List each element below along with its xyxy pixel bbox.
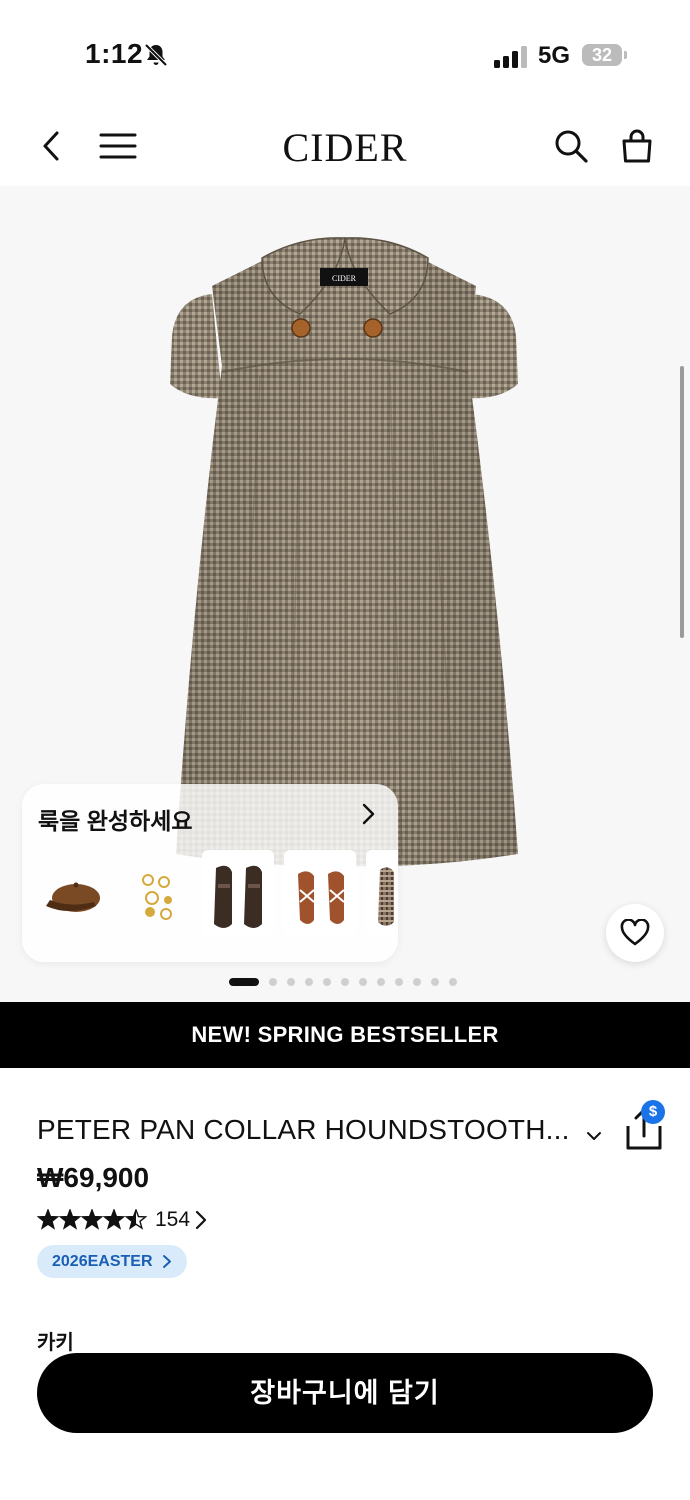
star-icon — [80, 1209, 104, 1230]
carousel-dot[interactable] — [229, 978, 259, 986]
carousel-dot[interactable] — [305, 978, 313, 986]
product-title[interactable]: PETER PAN COLLAR HOUNDSTOOTH... — [37, 1114, 570, 1146]
add-to-cart-button[interactable]: 장바구니에 담기 — [37, 1353, 653, 1433]
rating-stars[interactable] — [37, 1209, 147, 1231]
status-time: 1:12 — [85, 38, 144, 69]
svg-text:CIDER: CIDER — [332, 274, 357, 283]
carousel-pagination[interactable] — [0, 978, 690, 990]
status-bar: 1:12 5G 32 — [0, 0, 690, 110]
battery-cap — [624, 51, 627, 59]
look-items-strip[interactable] — [38, 850, 398, 938]
star-icon — [124, 1209, 147, 1230]
chevron-right-icon[interactable] — [356, 802, 380, 826]
promo-tag-label: 2026EASTER — [52, 1253, 153, 1270]
search-button[interactable] — [547, 122, 595, 170]
review-count[interactable]: 154 — [155, 1208, 190, 1232]
share-reward-badge: $ — [641, 1100, 665, 1124]
cart-button[interactable] — [613, 122, 661, 170]
chevron-right-icon — [162, 1255, 171, 1268]
carousel-dot[interactable] — [413, 978, 421, 986]
product-image-carousel[interactable]: CIDER 룩을 완성하세요 — [0, 186, 690, 1002]
battery-icon: 32 — [582, 44, 622, 66]
carousel-dot[interactable] — [287, 978, 295, 986]
scrollbar[interactable] — [680, 366, 684, 638]
carousel-dot[interactable] — [269, 978, 277, 986]
heart-icon — [620, 919, 650, 946]
chevron-right-icon[interactable] — [193, 1210, 209, 1230]
product-price: ₩69,900 — [37, 1162, 150, 1193]
complete-look-title: 룩을 완성하세요 — [38, 808, 193, 834]
top-nav: CIDER — [0, 110, 690, 186]
search-icon — [555, 130, 588, 163]
promo-tag[interactable]: 2026EASTER — [37, 1245, 187, 1278]
wishlist-button[interactable] — [606, 904, 664, 962]
star-icon — [37, 1209, 60, 1230]
carousel-dot[interactable] — [323, 978, 331, 986]
network-type: 5G — [538, 42, 571, 69]
complete-look-card[interactable]: 룩을 완성하세요 — [22, 784, 398, 962]
carousel-dot[interactable] — [449, 978, 457, 986]
look-item-cap[interactable] — [38, 850, 110, 936]
carousel-dot[interactable] — [431, 978, 439, 986]
carousel-dot[interactable] — [359, 978, 367, 986]
carousel-dot[interactable] — [341, 978, 349, 986]
star-icon — [102, 1209, 126, 1230]
signal-icon — [494, 44, 528, 68]
shopping-bag-icon — [622, 129, 652, 163]
look-item-flats[interactable] — [366, 850, 398, 936]
look-item-loafers[interactable] — [202, 850, 274, 936]
star-icon — [58, 1209, 82, 1230]
chevron-down-icon[interactable] — [584, 1126, 604, 1146]
carousel-dot[interactable] — [377, 978, 385, 986]
silent-bell-icon — [144, 43, 168, 67]
selected-color-label: 카키 — [37, 1332, 74, 1354]
promo-banner[interactable]: NEW! SPRING BESTSELLER — [0, 1002, 690, 1068]
look-item-heels[interactable] — [284, 850, 356, 936]
carousel-dot[interactable] — [395, 978, 403, 986]
look-item-jewelry[interactable] — [120, 850, 192, 936]
